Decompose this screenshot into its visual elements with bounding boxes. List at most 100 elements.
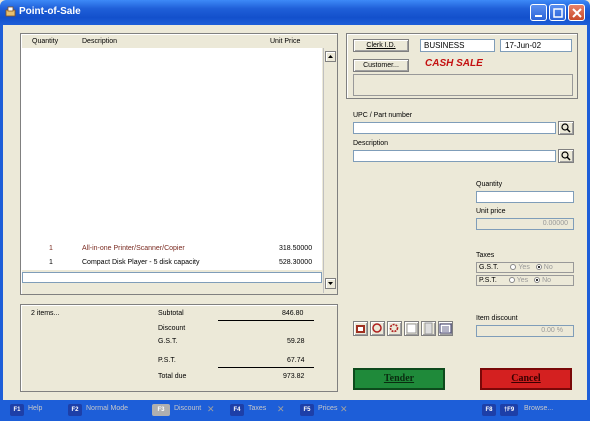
maximize-button[interactable]: [549, 4, 566, 21]
close-button[interactable]: [568, 4, 585, 21]
note-tool-button[interactable]: [404, 321, 419, 336]
f9-key[interactable]: †F9: [500, 404, 518, 416]
item-discount-label: Item discount: [476, 315, 518, 322]
minimize-button[interactable]: [530, 4, 547, 21]
items-list[interactable]: [22, 48, 322, 270]
gear-icon: [389, 323, 399, 333]
normal-mode-label[interactable]: Normal Mode: [86, 405, 128, 412]
f3-key[interactable]: F3: [152, 404, 170, 416]
list-tool-button[interactable]: [438, 321, 453, 336]
pst-tax-label: P.S.T.: [479, 277, 497, 284]
radio-icon: [535, 264, 542, 271]
row-quantity: 1: [49, 259, 53, 266]
description-input[interactable]: [353, 150, 556, 162]
total-rule: [218, 367, 314, 368]
cancel-button[interactable]: Cancel: [480, 368, 572, 390]
subtotal-value: 846.80: [282, 310, 304, 317]
upc-label: UPC / Part number: [353, 112, 413, 119]
app-icon: [5, 6, 16, 17]
upc-search-button[interactable]: [558, 121, 574, 135]
arrow-up-icon: [328, 55, 333, 58]
radio-icon: [534, 277, 541, 284]
calc-tool-button[interactable]: [421, 321, 436, 336]
pst-label: P.S.T.: [158, 357, 176, 364]
f5-key[interactable]: F5: [300, 404, 314, 416]
unit-price-label: Unit price: [476, 208, 506, 215]
col-header-unit-price[interactable]: Unit Price: [270, 38, 300, 45]
taxes-label: Taxes: [476, 252, 495, 259]
f1-key[interactable]: F1: [10, 404, 24, 416]
row-unit-price: 528.30000: [279, 259, 313, 266]
items-count[interactable]: 2 items...: [31, 310, 59, 317]
discount-label: Discount: [158, 325, 186, 332]
f8-key[interactable]: F8: [482, 404, 496, 416]
search-icon: [561, 123, 571, 133]
subtotal-label: Subtotal: [158, 310, 184, 317]
radio-icon: [510, 264, 517, 271]
discount-fkey-label[interactable]: Discount: [174, 405, 201, 412]
selected-row-bar[interactable]: [22, 272, 322, 283]
radio-icon: [508, 277, 515, 284]
discount-x-icon: ✕: [207, 404, 215, 414]
row-unit-price: 318.50000: [279, 245, 313, 252]
gst-value: 59.28: [287, 338, 305, 345]
clerk-id-button[interactable]: Clerk I.D.: [353, 39, 409, 52]
total-due-value: 973.82: [283, 373, 305, 380]
subtotal-rule: [218, 320, 314, 321]
clerk-id-field[interactable]: BUSINESS: [420, 39, 495, 52]
gst-no-radio[interactable]: No: [535, 264, 553, 271]
tool-icons: [353, 321, 460, 337]
gst-yes-radio[interactable]: Yes: [510, 264, 530, 271]
arrow-down-icon: [328, 282, 333, 285]
f4-key[interactable]: F4: [230, 404, 244, 416]
window-title: Point-of-Sale: [19, 6, 81, 17]
pst-no-radio[interactable]: No: [534, 277, 551, 284]
settings-tool-button[interactable]: [387, 321, 402, 336]
description-label: Description: [353, 140, 389, 147]
description-search-button[interactable]: [558, 149, 574, 163]
prices-x-icon: ✕: [340, 404, 348, 414]
gst-tax-label: G.S.T.: [479, 264, 499, 271]
gst-no-label: No: [543, 264, 553, 271]
pst-yes-label: Yes: [516, 277, 529, 284]
close-icon: [572, 8, 582, 18]
item-discount-input[interactable]: 0.00 %: [476, 325, 574, 337]
title-bar[interactable]: Point-of-Sale: [0, 0, 590, 25]
row-description: All-in-one Printer/Scanner/Copier: [82, 245, 185, 252]
list-icon: [439, 323, 452, 334]
scroll-down-button[interactable]: [325, 278, 336, 289]
customer-button[interactable]: Customer...: [353, 59, 409, 72]
magnifier-icon: [372, 323, 382, 333]
browse-label[interactable]: Browse...: [524, 405, 553, 412]
pst-no-label: No: [542, 277, 552, 284]
gst-label: G.S.T.: [158, 338, 178, 345]
pst-value: 67.74: [287, 357, 305, 364]
quantity-label: Quantity: [476, 181, 503, 188]
f2-key[interactable]: F2: [68, 404, 82, 416]
quantity-input[interactable]: [476, 191, 574, 203]
upc-input[interactable]: [353, 122, 556, 134]
col-header-description[interactable]: Description: [82, 38, 117, 45]
taxes-x-icon: ✕: [277, 404, 285, 414]
customer-info-box: [353, 74, 573, 96]
total-due-label: Total due: [158, 373, 187, 380]
calculator-icon: [424, 322, 433, 335]
note-icon: [406, 323, 417, 334]
item-tool-button[interactable]: [353, 321, 368, 336]
row-quantity: 1: [49, 245, 53, 252]
minimize-icon: [535, 15, 542, 17]
search-tool-button[interactable]: [370, 321, 385, 336]
date-field[interactable]: 17-Jun-02: [500, 39, 572, 52]
row-description: Compact Disk Player - 5 disk capacity: [82, 259, 200, 266]
unit-price-input[interactable]: 0.00000: [476, 218, 574, 230]
items-scrollbar[interactable]: [323, 48, 336, 293]
search-icon: [561, 151, 571, 161]
pst-yes-radio[interactable]: Yes: [508, 277, 529, 284]
prices-fkey-label[interactable]: Prices: [318, 405, 337, 412]
help-label[interactable]: Help: [28, 405, 42, 412]
tender-button[interactable]: Tender: [353, 368, 445, 390]
col-header-quantity[interactable]: Quantity: [32, 38, 58, 45]
gst-yes-label: Yes: [518, 264, 530, 271]
taxes-fkey-label[interactable]: Taxes: [248, 405, 266, 412]
scroll-up-button[interactable]: [325, 51, 336, 62]
